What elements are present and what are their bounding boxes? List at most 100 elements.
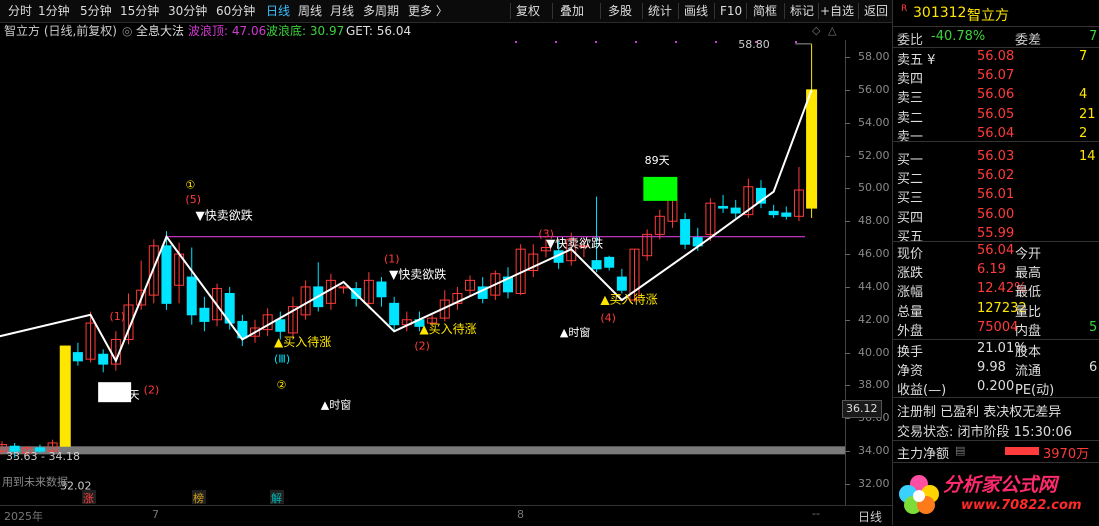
tab-monthly[interactable]: 月线	[330, 3, 354, 19]
annotation-label: ▼快卖欲跌	[389, 267, 446, 282]
y-tick-mark	[845, 221, 850, 223]
list-icon[interactable]: ▤	[955, 444, 965, 457]
top-marker-dot	[675, 41, 677, 43]
footer-tab-daily[interactable]: 日线	[858, 508, 882, 525]
scroll-left-icon[interactable]: --	[812, 507, 820, 520]
tab-1min[interactable]: 1分钟	[38, 3, 70, 19]
annotation-label: ▼快卖欲跌	[196, 208, 253, 223]
orderbook-label: 卖三	[897, 91, 924, 107]
y-tick-label: 54.00	[858, 115, 890, 129]
y-tick-mark	[845, 254, 850, 256]
fuquan-button[interactable]: 复权	[516, 3, 540, 19]
stock-name: 智立方	[967, 8, 1009, 24]
trade-status: 交易状态: 闭市阶段 15:30:06	[897, 425, 1073, 440]
info-cell: 流通	[1015, 364, 1042, 380]
main-flow-label: 主力净额	[897, 447, 950, 462]
y-tick-label: 46.00	[858, 247, 890, 261]
quote-panel: R 301312 智立方 委比 -40.78% 委差 7 卖五 ¥56.08 7 卖…	[892, 0, 1099, 525]
tab-fenshi[interactable]: 分时	[8, 3, 32, 19]
y-tick-mark	[845, 155, 850, 157]
f10-button[interactable]: F10	[720, 3, 742, 19]
orderbook-row[interactable]: 卖三 56.06 4	[893, 87, 1099, 107]
orderbook-price: 56.08	[977, 49, 1015, 64]
orderbook-label: 买二	[897, 172, 924, 188]
y-tick-label: 42.00	[858, 312, 890, 326]
y-tick-mark	[845, 89, 850, 91]
orderbook-row[interactable]: 买一 56.03 14	[893, 149, 1099, 168]
arrow-up-icon[interactable]: △	[828, 22, 836, 40]
annotation-label: 89天	[645, 154, 670, 167]
y-tick-mark	[845, 122, 850, 124]
simple-frame-button[interactable]: 简框	[753, 3, 777, 19]
info-cell: 9.98	[977, 360, 1006, 376]
overlay-button[interactable]: 叠加	[560, 3, 584, 19]
annotation-label: (1)	[110, 310, 126, 323]
y-tick-mark	[845, 352, 850, 354]
orderbook-row[interactable]: 卖二 56.05 21	[893, 106, 1099, 126]
multi-stock-button[interactable]: 多股	[608, 3, 632, 19]
orderbook-price: 56.06	[977, 87, 1015, 103]
annotation-label: ▼快卖欲跌	[546, 236, 603, 251]
tab-daily[interactable]: 日线	[266, 3, 290, 19]
quote-cell: 56.04	[977, 243, 1015, 258]
orderbook-row[interactable]: 卖五 ¥ 56.08 7	[893, 49, 1099, 68]
orderbook-price: 56.05	[977, 106, 1015, 122]
tab-weekly[interactable]: 周线	[298, 3, 322, 19]
y-tick-label: 58.00	[858, 50, 890, 63]
annotation-label: (2)	[414, 339, 430, 352]
tab-60min[interactable]: 60分钟	[216, 3, 255, 19]
indicator-name[interactable]: 全息大法	[136, 22, 184, 40]
watermark-logo: 分析家公式网 www.70822.com	[895, 464, 1095, 522]
price-axis	[845, 40, 893, 505]
watermark-url: www.70822.com	[961, 498, 1082, 513]
orderbook-volume: 4	[1079, 87, 1088, 103]
orderbook-label: 买一	[897, 153, 924, 168]
marker-label: 涨	[83, 492, 94, 505]
stats-button[interactable]: 统计	[648, 3, 672, 19]
back-button[interactable]: 返回	[864, 3, 888, 19]
candle-body	[781, 212, 792, 217]
orderbook-row[interactable]: 买四 56.00	[893, 206, 1099, 226]
orderbook-price: 56.00	[977, 206, 1015, 222]
date-axis: 2025年 7 8 -- 日线	[0, 505, 892, 526]
top-marker-dot	[795, 41, 797, 43]
y-tick-label: 48.00	[858, 214, 890, 228]
diamond-icon[interactable]: ◇	[812, 22, 820, 40]
candle-body	[806, 89, 818, 209]
quote-cell: 最低	[1015, 285, 1042, 301]
annotation-label: ①	[185, 178, 195, 191]
main-flow-bar	[1005, 447, 1039, 455]
top-marker-dot	[715, 41, 717, 43]
add-favorite-button[interactable]: +自选	[820, 3, 854, 19]
annotation-label: (4)	[600, 311, 616, 324]
annotation-label: (1)	[384, 252, 400, 265]
draw-line-button[interactable]: 画线	[684, 3, 708, 19]
info-cell: 股本	[1015, 345, 1042, 360]
candle-body	[616, 276, 627, 291]
orderbook-row[interactable]: 卖四 56.07	[893, 68, 1099, 87]
mark-button[interactable]: 标记	[790, 3, 814, 19]
weicha-label: 委差	[1015, 33, 1042, 48]
tab-more[interactable]: 更多 〉	[408, 3, 448, 19]
indicator-dot-icon: ◎	[122, 24, 133, 38]
tab-30min[interactable]: 30分钟	[168, 3, 207, 19]
tab-multi-period[interactable]: 多周期	[363, 3, 399, 19]
quote-cell: 涨幅	[897, 285, 924, 301]
candle-body	[186, 276, 197, 316]
candle-body	[389, 302, 400, 326]
orderbook-row[interactable]: 买三 56.01	[893, 187, 1099, 207]
weibi-label: 委比	[897, 33, 924, 48]
candle-body	[768, 210, 779, 216]
quote-cell: 6.19	[977, 262, 1006, 278]
orderbook-label: 买四	[897, 210, 924, 226]
tab-15min[interactable]: 15分钟	[120, 3, 159, 19]
orderbook-row[interactable]: 买二 56.02	[893, 168, 1099, 188]
top-marker-dot	[555, 41, 557, 43]
weibi-value: -40.78%	[931, 29, 986, 44]
tab-5min[interactable]: 5分钟	[80, 3, 112, 19]
marker-label: 榜	[193, 491, 204, 505]
info-cell: 收益(—)	[897, 383, 947, 399]
orderbook-price: 56.07	[977, 68, 1015, 84]
orderbook-label: 买三	[897, 191, 924, 207]
y-tick-label: 40.00	[858, 345, 890, 359]
